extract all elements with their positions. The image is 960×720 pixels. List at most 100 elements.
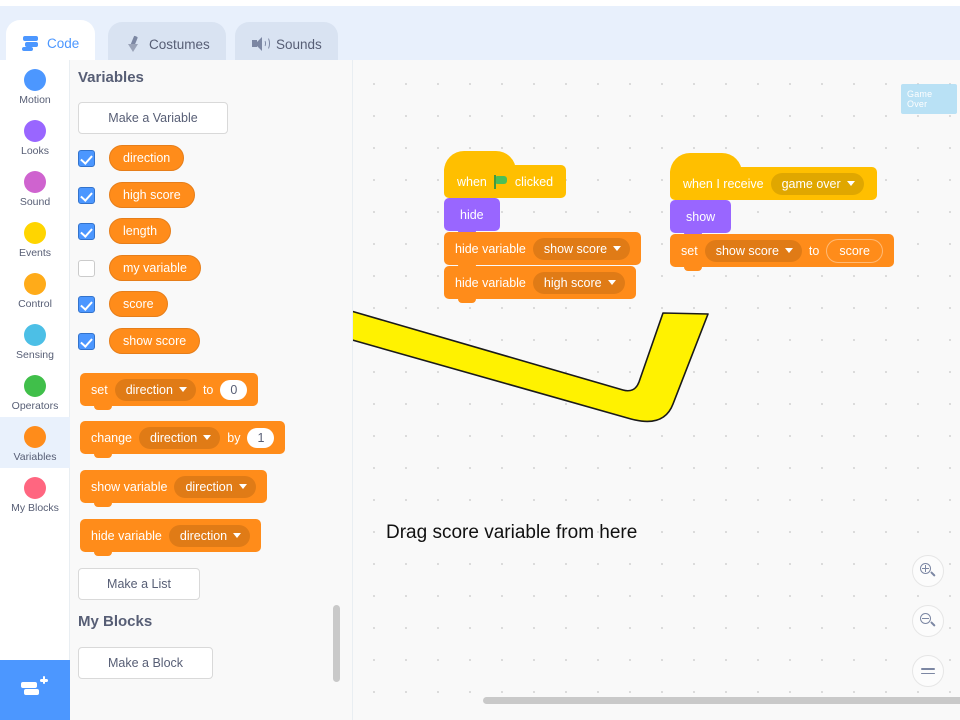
category-sound-label: Sound bbox=[19, 196, 51, 208]
chevron-down-icon bbox=[784, 248, 793, 253]
hide-variable-dropdown[interactable]: direction bbox=[168, 524, 251, 547]
palette-variable-row[interactable]: length bbox=[78, 218, 172, 244]
block-hide-variable-high-score[interactable]: hide variable high score bbox=[444, 266, 636, 303]
change-block-variable-value: direction bbox=[150, 430, 198, 445]
category-control[interactable]: Control bbox=[0, 264, 70, 315]
variable-reporter-score[interactable]: score bbox=[826, 238, 883, 263]
set-block-value-input[interactable]: 0 bbox=[220, 379, 248, 400]
hide-variable-dropdown[interactable]: show score bbox=[532, 237, 631, 260]
tab-costumes-label: Costumes bbox=[149, 36, 210, 52]
zoom-in-button[interactable] bbox=[912, 555, 944, 587]
variable-checkbox-show-score[interactable] bbox=[78, 332, 95, 350]
set-block-variable-value: direction bbox=[125, 382, 173, 397]
hide-label: hide bbox=[460, 207, 484, 222]
show-variable-value: direction bbox=[185, 479, 233, 494]
message-dropdown[interactable]: game over bbox=[770, 172, 864, 195]
palette-variable-row[interactable]: show score bbox=[78, 328, 201, 354]
variable-pill-direction[interactable]: direction bbox=[109, 145, 185, 171]
chevron-down-icon bbox=[846, 181, 855, 186]
zoom-reset-button[interactable] bbox=[912, 655, 944, 687]
palette-variable-row[interactable]: score bbox=[78, 291, 168, 317]
make-a-block-button[interactable]: Make a Block bbox=[78, 647, 213, 679]
variable-checkbox-my-variable[interactable] bbox=[78, 259, 95, 277]
hide-variable-value: show score bbox=[543, 241, 608, 256]
category-sensing[interactable]: Sensing bbox=[0, 315, 70, 366]
change-block-by-label: by bbox=[227, 430, 241, 445]
hide-variable-label: hide variable bbox=[455, 275, 526, 290]
change-block-variable-dropdown[interactable]: direction bbox=[139, 426, 221, 449]
variable-checkbox-score[interactable] bbox=[78, 295, 95, 313]
chevron-down-icon bbox=[613, 246, 622, 251]
chevron-down-icon bbox=[233, 533, 242, 538]
code-workspace[interactable]: Game Over when clicked hide hide variabl… bbox=[353, 60, 960, 720]
add-extension-button[interactable] bbox=[0, 660, 70, 720]
variable-checkbox-high-score[interactable] bbox=[78, 186, 95, 204]
set-block-variable-dropdown[interactable]: direction bbox=[114, 378, 196, 401]
message-value: game over bbox=[781, 176, 841, 191]
make-a-variable-button[interactable]: Make a Variable bbox=[78, 102, 228, 134]
add-extension-icon bbox=[20, 676, 50, 702]
change-block-label: change bbox=[91, 430, 133, 445]
block-palette[interactable]: Variables Make a Variable direction high… bbox=[70, 60, 353, 720]
motion-color-dot bbox=[24, 69, 46, 91]
events-color-dot bbox=[24, 222, 46, 244]
show-variable-dropdown[interactable]: direction bbox=[174, 475, 256, 498]
looks-color-dot bbox=[24, 120, 46, 142]
variable-pill-length[interactable]: length bbox=[109, 218, 172, 244]
block-hide[interactable]: hide bbox=[444, 198, 500, 235]
make-a-list-button[interactable]: Make a List bbox=[78, 568, 200, 600]
hat-cap bbox=[670, 153, 742, 173]
category-control-label: Control bbox=[18, 298, 52, 310]
zoom-out-button[interactable] bbox=[912, 605, 944, 637]
set-block-label: set bbox=[91, 382, 108, 397]
block-when-flag-clicked[interactable]: when clicked bbox=[444, 151, 567, 198]
palette-variable-row[interactable]: direction bbox=[78, 145, 185, 171]
hide-variable-dropdown[interactable]: high score bbox=[532, 271, 625, 294]
category-motion[interactable]: Motion bbox=[0, 60, 70, 111]
variable-pill-high-score[interactable]: high score bbox=[109, 182, 195, 208]
sensing-color-dot bbox=[24, 324, 46, 346]
zoom-out-icon bbox=[920, 613, 936, 629]
category-my-blocks[interactable]: My Blocks bbox=[0, 468, 70, 519]
category-variables[interactable]: Variables bbox=[0, 417, 70, 468]
hide-variable-label: hide variable bbox=[455, 241, 526, 256]
workspace-horizontal-scrollbar[interactable] bbox=[483, 697, 960, 704]
set-variable-dropdown[interactable]: show score bbox=[704, 239, 802, 262]
category-operators[interactable]: Operators bbox=[0, 366, 70, 417]
my-blocks-color-dot bbox=[24, 477, 46, 499]
category-looks[interactable]: Looks bbox=[0, 111, 70, 162]
variable-checkbox-direction[interactable] bbox=[78, 149, 95, 167]
category-events[interactable]: Events bbox=[0, 213, 70, 264]
variable-pill-score[interactable]: score bbox=[109, 291, 168, 317]
tab-sounds-label: Sounds bbox=[276, 36, 322, 52]
block-set-show-score-to-score[interactable]: set show score to score bbox=[670, 234, 894, 271]
stage-game-over-chip: Game Over bbox=[901, 84, 957, 114]
block-hide-variable-show-score[interactable]: hide variable show score bbox=[444, 232, 642, 269]
variable-pill-my-variable[interactable]: my variable bbox=[109, 255, 201, 281]
chevron-down-icon bbox=[178, 387, 187, 392]
palette-block-hide-variable[interactable]: hide variable direction bbox=[80, 519, 262, 556]
palette-block-change-variable[interactable]: change direction by 1 bbox=[80, 421, 286, 458]
palette-block-show-variable[interactable]: show variable direction bbox=[80, 470, 267, 507]
brush-icon bbox=[124, 35, 142, 52]
set-to-label: to bbox=[808, 243, 820, 258]
show-label: show bbox=[686, 209, 716, 224]
block-show[interactable]: show bbox=[670, 200, 732, 237]
hat-cap bbox=[444, 151, 516, 171]
category-sidebar: Motion Looks Sound Events Control Sensin… bbox=[0, 60, 70, 660]
palette-variable-row[interactable]: my variable bbox=[78, 255, 201, 281]
palette-variable-row[interactable]: high score bbox=[78, 182, 195, 208]
green-flag-icon bbox=[493, 174, 508, 189]
variable-pill-show-score[interactable]: show score bbox=[109, 328, 201, 354]
variables-color-dot bbox=[24, 426, 46, 448]
change-block-value-input[interactable]: 1 bbox=[247, 427, 275, 448]
palette-scrollbar-thumb[interactable] bbox=[333, 605, 340, 682]
category-sound[interactable]: Sound bbox=[0, 162, 70, 213]
sound-color-dot bbox=[24, 171, 46, 193]
palette-section-title: Variables bbox=[78, 69, 144, 86]
palette-block-set-variable[interactable]: set direction to 0 bbox=[80, 373, 259, 410]
block-when-i-receive[interactable]: when I receive game over bbox=[670, 153, 877, 200]
scratch-editor: Code Costumes Sounds Motion Looks Sound … bbox=[0, 0, 960, 720]
set-block-to-label: to bbox=[202, 382, 214, 397]
variable-checkbox-length[interactable] bbox=[78, 222, 95, 240]
